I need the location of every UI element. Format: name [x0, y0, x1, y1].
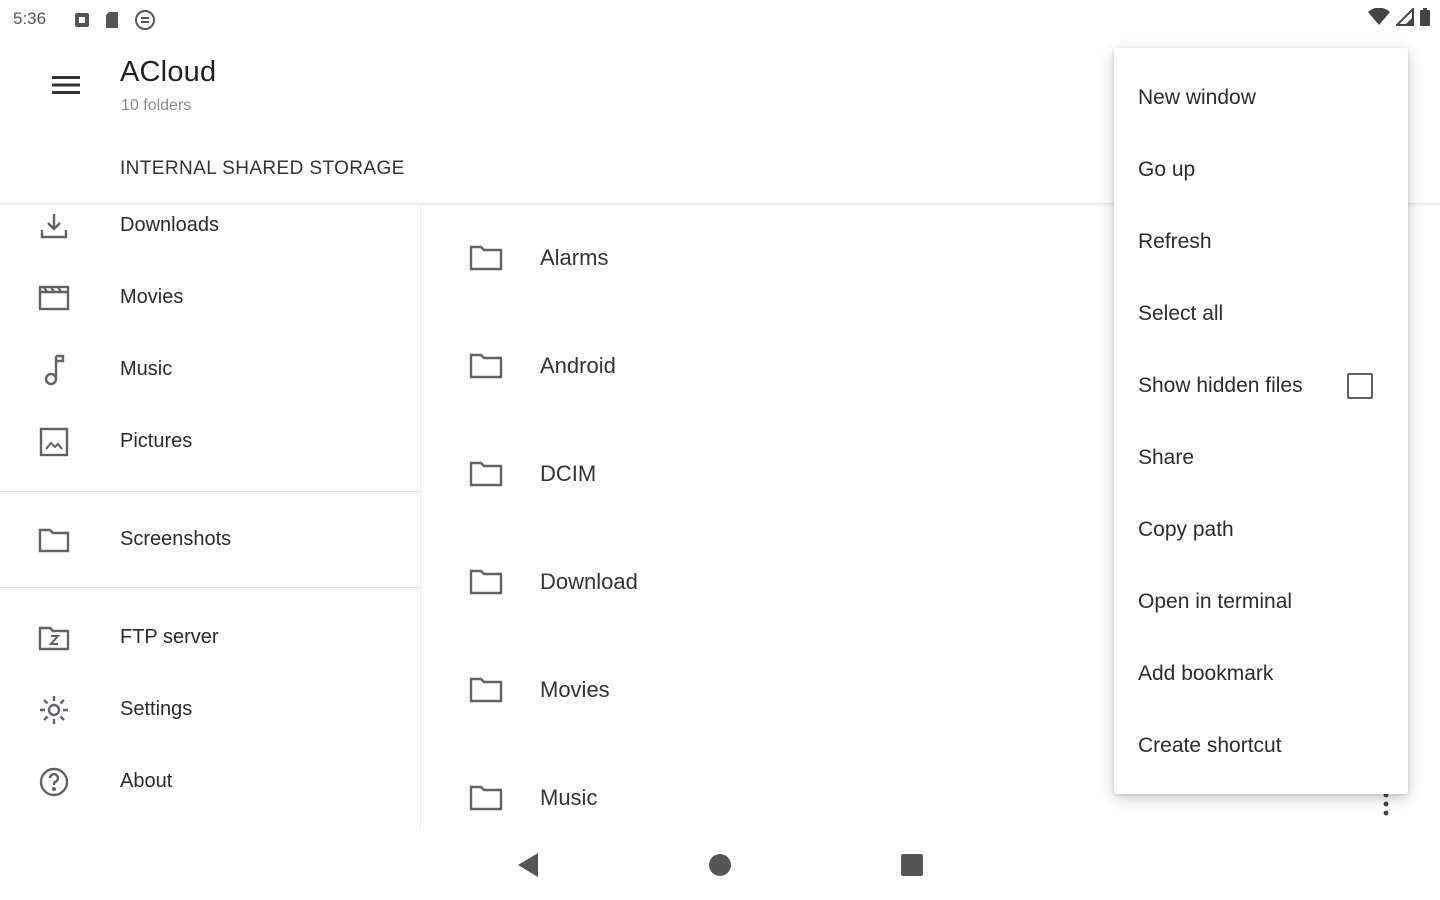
download-icon	[37, 211, 71, 241]
menu-item-show-hidden-files[interactable]: Show hidden files	[1114, 350, 1408, 422]
menu-item-new-window[interactable]: New window	[1114, 62, 1408, 134]
drawer-divider	[0, 491, 420, 492]
image-icon	[37, 427, 71, 457]
drawer-item-label: Movies	[120, 285, 184, 308]
drawer-item-label: FTP server	[120, 625, 219, 648]
folder-icon	[469, 459, 503, 489]
menu-item-label: Select all	[1138, 302, 1224, 325]
file-name: DCIM	[540, 461, 597, 486]
sd-card-icon	[104, 11, 120, 29]
folder-icon	[37, 525, 71, 555]
menu-item-label: Add bookmark	[1138, 662, 1274, 685]
menu-item-go-up[interactable]: Go up	[1114, 134, 1408, 206]
drawer-item-about[interactable]: About	[0, 753, 420, 809]
system-nav-bar	[0, 832, 1440, 900]
file-name: Music	[540, 785, 598, 810]
drawer-item-label: Settings	[120, 697, 193, 720]
folder-icon	[469, 351, 503, 381]
wifi-icon	[1368, 8, 1390, 26]
drawer-item-settings[interactable]: Settings	[0, 681, 420, 737]
file-name: Download	[540, 569, 638, 594]
drawer-divider	[0, 587, 420, 588]
folder-icon	[469, 783, 503, 813]
file-name: Movies	[540, 677, 610, 702]
sync-icon	[134, 9, 156, 31]
menu-item-label: Go up	[1138, 158, 1196, 181]
cell-signal-icon	[1396, 8, 1414, 26]
drawer-item-pictures[interactable]: Pictures	[0, 413, 420, 469]
drawer-item-label: Screenshots	[120, 527, 232, 550]
page-title: ACloud	[120, 56, 217, 88]
navigation-drawer: Downloads Movies Music Pictures Screensh…	[0, 205, 421, 830]
recents-icon[interactable]	[892, 850, 932, 880]
menu-item-select-all[interactable]: Select all	[1114, 278, 1408, 350]
folder-count: 10 folders	[121, 97, 192, 114]
movie-icon	[37, 283, 71, 313]
drawer-item-label: Music	[120, 357, 173, 380]
file-name: Alarms	[540, 245, 609, 270]
home-icon[interactable]	[700, 850, 740, 880]
status-time: 5:36	[13, 9, 47, 28]
notification-square-icon	[74, 12, 90, 28]
menu-item-label: Create shortcut	[1138, 734, 1282, 757]
drawer-item-label: Downloads	[120, 213, 219, 236]
menu-item-label: New window	[1138, 86, 1256, 109]
menu-item-label: Open in terminal	[1138, 590, 1293, 613]
battery-icon	[1420, 8, 1430, 26]
folder-icon	[469, 675, 503, 705]
status-icons-left	[74, 9, 156, 31]
status-bar: 5:36	[0, 0, 1440, 36]
menu-item-share[interactable]: Share	[1114, 422, 1408, 494]
menu-item-add-bookmark[interactable]: Add bookmark	[1114, 638, 1408, 710]
folder-icon	[469, 567, 503, 597]
ftp-folder-icon	[37, 623, 71, 653]
drawer-item-label: Pictures	[120, 429, 193, 452]
drawer-item-label: About	[120, 769, 173, 792]
menu-item-label: Copy path	[1138, 518, 1234, 541]
drawer-item-music[interactable]: Music	[0, 341, 420, 397]
overflow-menu: New window Go up Refresh Select all Show…	[1114, 48, 1408, 794]
menu-item-label: Refresh	[1138, 230, 1212, 253]
menu-item-open-in-terminal[interactable]: Open in terminal	[1114, 566, 1408, 638]
drawer-item-ftp-server[interactable]: FTP server	[0, 609, 420, 665]
hamburger-menu-icon[interactable]	[40, 65, 92, 105]
show-hidden-files-checkbox[interactable]	[1347, 373, 1373, 399]
file-name: Android	[540, 353, 616, 378]
drawer-item-downloads[interactable]: Downloads	[0, 197, 420, 253]
folder-icon	[469, 243, 503, 273]
drawer-item-screenshots[interactable]: Screenshots	[0, 511, 420, 567]
gear-icon	[37, 695, 71, 725]
menu-item-label: Share	[1138, 446, 1195, 469]
menu-item-refresh[interactable]: Refresh	[1114, 206, 1408, 278]
breadcrumb[interactable]: INTERNAL SHARED STORAGE	[120, 158, 405, 180]
menu-item-label: Show hidden files	[1138, 374, 1303, 397]
drawer-item-movies[interactable]: Movies	[0, 269, 420, 325]
menu-item-copy-path[interactable]: Copy path	[1114, 494, 1408, 566]
status-icons-right	[1368, 8, 1430, 26]
menu-item-create-shortcut[interactable]: Create shortcut	[1114, 710, 1408, 782]
music-note-icon	[37, 354, 71, 386]
back-icon[interactable]	[508, 850, 548, 880]
help-circle-icon	[37, 767, 71, 797]
